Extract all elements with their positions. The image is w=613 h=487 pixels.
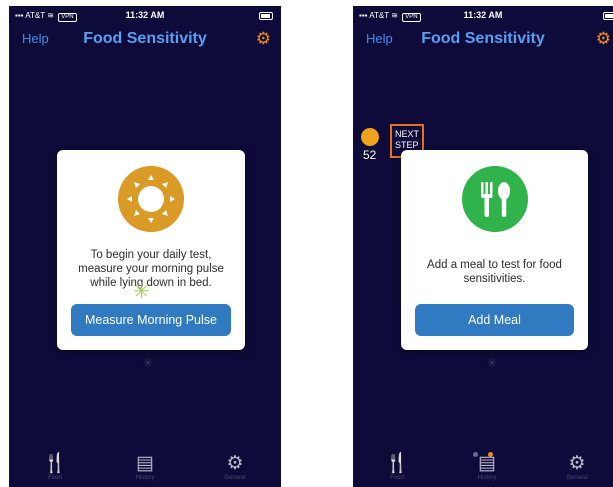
add-meal-button[interactable]: Add Meal [415,304,574,336]
settings-gear-icon[interactable]: ⚙ [256,30,271,47]
tab-bar: 🍴 Food ▤ History ⚙ General [9,453,281,487]
history-icon: ▤ [136,453,154,474]
measure-morning-pulse-button[interactable]: Measure Morning Pulse [71,304,231,336]
phone-screen-2: ▪▪▪ AT&T ≋ VPN 11:32 AM Help Food Sensit… [353,6,613,487]
battery-icon [259,12,273,20]
tab-food[interactable]: 🍴 Food [25,453,85,481]
tab-label-history: History [135,475,155,481]
tab-history[interactable]: ▤ History [457,453,517,481]
status-bar: ▪▪▪ AT&T ≋ VPN 11:32 AM [353,9,613,23]
tab-bar: 🍴 Food ▤ History ⚙ General [353,453,613,487]
utensils-icon [462,166,528,232]
dialog-message: Add a meal to test for food sensitivitie… [427,259,562,285]
status-time: 11:32 AM [463,10,503,20]
tab-label-general: General [566,475,588,481]
phone-screen-1: ▪▪▪ AT&T ≋ VPN 11:32 AM Help Food Sensit… [9,6,281,487]
nav-bar: Help Food Sensitivity ⚙ [9,28,281,52]
tab-history[interactable]: ▤ History [115,453,175,481]
tab-general[interactable]: ⚙ General [205,453,265,481]
nav-bar: Help Food Sensitivity ⚙ [353,28,613,52]
loading-spinner-icon: ✳ [133,281,150,303]
tab-food[interactable]: 🍴 Food [367,453,427,481]
morning-pulse-dialog: To begin your daily test, measure your m… [57,150,245,350]
tab-label-food: Food [48,475,62,481]
status-time: 11:32 AM [125,10,165,20]
pulse-value: 52 [363,148,377,162]
pulse-sun-icon [361,128,379,146]
gear-icon: ⚙ [226,453,244,474]
gear-icon: ⚙ [568,453,586,474]
utensils-icon: 🍴 [385,453,409,474]
tab-label-general: General [224,475,246,481]
tab-label-food: Food [390,475,404,481]
background-spinner-icon: ✳ [143,356,154,370]
utensils-icon: 🍴 [43,453,67,474]
background-spinner-icon: ✳ [487,356,498,370]
status-bar: ▪▪▪ AT&T ≋ VPN 11:32 AM [9,9,281,23]
battery-icon [603,12,613,20]
sun-icon [118,166,184,232]
page-title: Food Sensitivity [421,30,545,47]
tab-general[interactable]: ⚙ General [547,453,607,481]
page-title: Food Sensitivity [83,30,207,47]
dialog-message: To begin your daily test, measure your m… [78,249,224,289]
history-icon: ▤ [478,453,496,474]
tab-label-history: History [477,475,497,481]
settings-gear-icon[interactable]: ⚙ [596,30,611,47]
add-meal-dialog: Add a meal to test for food sensitivitie… [401,150,588,350]
